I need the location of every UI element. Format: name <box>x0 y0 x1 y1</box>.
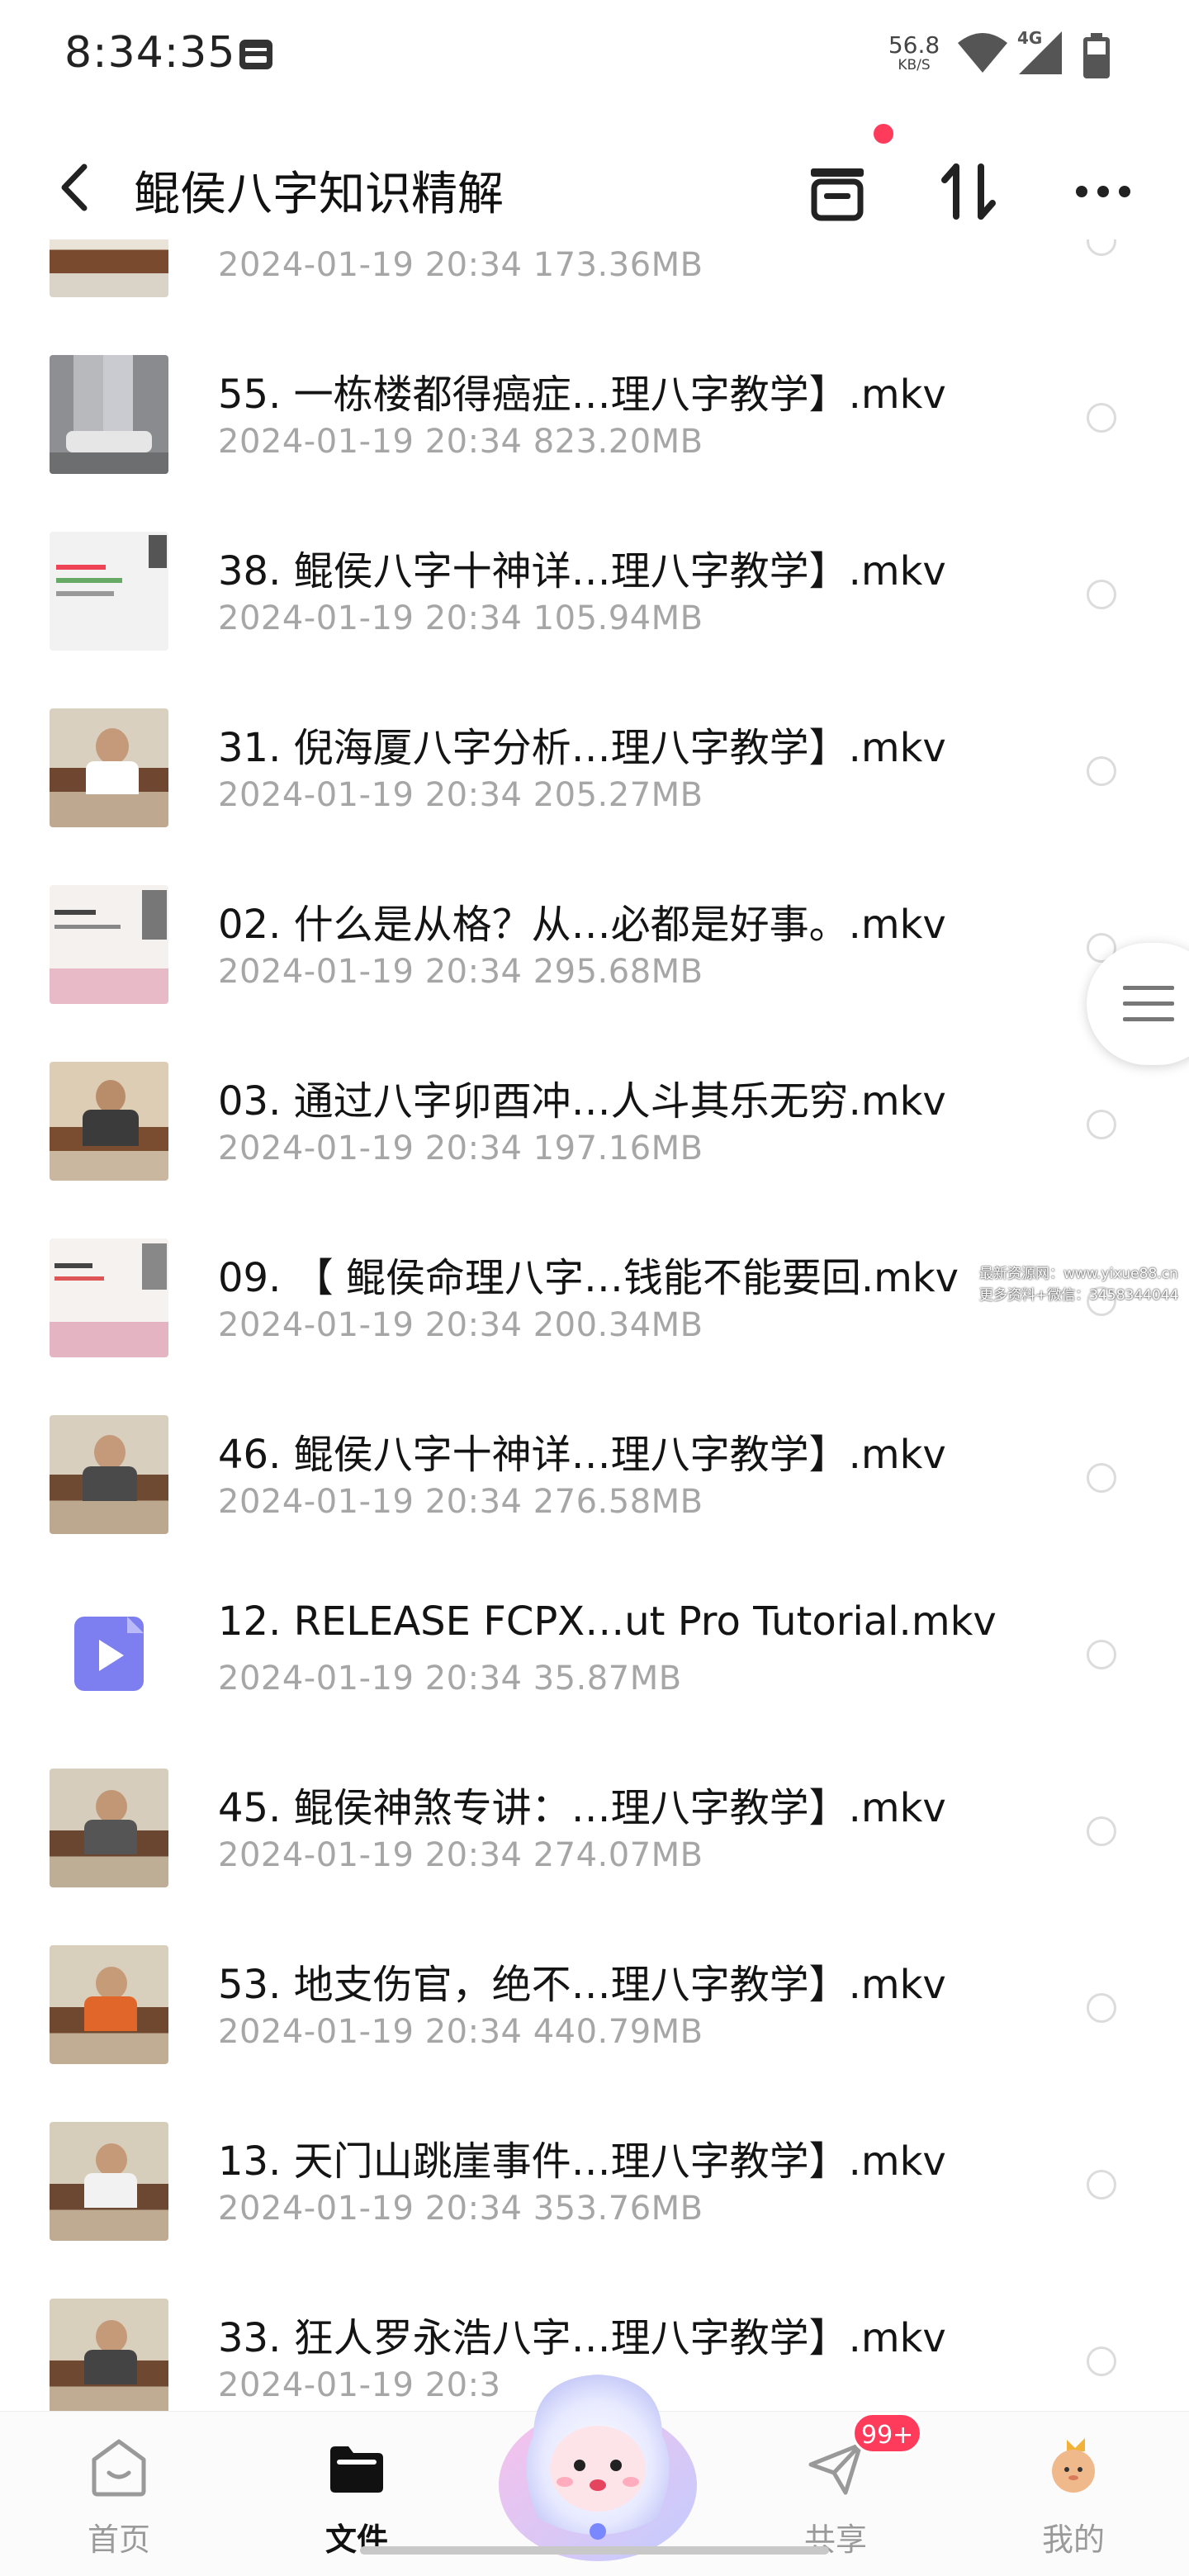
file-meta: 2024-01-19 20:34 197.16MB <box>218 1129 703 1167</box>
page-title: 鲲侯八字知识精解 <box>134 168 504 221</box>
home-icon <box>92 2439 146 2497</box>
home-indicator <box>360 2546 829 2555</box>
select-radio[interactable] <box>1087 1463 1116 1493</box>
nav-files[interactable]: 文件 <box>274 2428 439 2558</box>
select-radio[interactable] <box>1087 403 1116 433</box>
video-thumbnail <box>50 885 168 1004</box>
mascot-icon[interactable] <box>484 2345 712 2573</box>
file-item[interactable]: 53. 地支伤官，绝不…理八字教学】.mkv 2024-01-19 20:34 … <box>0 1912 1189 2089</box>
network-speed: 56.8 KB/S <box>888 31 940 73</box>
more-icon[interactable] <box>1065 154 1141 230</box>
select-radio[interactable] <box>1087 580 1116 609</box>
video-thumbnail <box>50 1945 168 2064</box>
share-badge: 99+ <box>852 2413 923 2454</box>
file-item[interactable]: 46. 鲲侯八字十神详…理八字教学】.mkv 2024-01-19 20:34 … <box>0 1382 1189 1559</box>
select-radio[interactable] <box>1087 1640 1116 1669</box>
screen: 8:34:35 56.8 KB/S 4G 鲲侯八字知识精解 2024-01-19… <box>0 0 1189 2576</box>
back-button[interactable] <box>51 159 101 216</box>
file-item[interactable]: 31. 倪海厦八字分析…理八字教学】.mkv 2024-01-19 20:34 … <box>0 675 1189 852</box>
video-thumbnail <box>50 708 168 827</box>
select-radio[interactable] <box>1087 756 1116 786</box>
file-meta: 2024-01-19 20:34 353.76MB <box>218 2190 703 2228</box>
file-item[interactable]: 02. 什么是从格？从…必都是好事。.mkv 2024-01-19 20:34 … <box>0 852 1189 1029</box>
notification-app-icon <box>239 40 272 69</box>
sort-icon[interactable] <box>931 154 1007 230</box>
select-radio[interactable] <box>1087 1816 1116 1846</box>
file-list: 2024-01-19 20:34 173.36MB 55. 一栋楼都得癌症…理八… <box>0 239 1189 2411</box>
file-meta: 2024-01-19 20:34 295.68MB <box>218 953 703 991</box>
video-thumbnail <box>50 2122 168 2241</box>
file-meta: 2024-01-19 20:34 205.27MB <box>218 776 703 814</box>
video-thumbnail <box>50 1062 168 1181</box>
file-meta: 2024-01-19 20:3 <box>218 2366 501 2404</box>
file-meta: 2024-01-19 20:34 173.36MB <box>218 246 703 284</box>
file-meta: 2024-01-19 20:34 823.20MB <box>218 423 703 461</box>
profile-avatar-icon <box>1052 2438 1095 2493</box>
video-thumbnail <box>50 239 168 297</box>
file-item[interactable]: 12. RELEASE FCPX…ut Pro Tutorial.mkv 202… <box>0 1559 1189 1735</box>
file-item[interactable]: 03. 通过八字卯酉冲…人斗其乐无穷.mkv 2024-01-19 20:34 … <box>0 1029 1189 1205</box>
select-radio[interactable] <box>1087 1993 1116 2023</box>
watermark: 最新资源网：www.yixue88.cn 更多资料+微信：3458344044 <box>979 1266 1179 1304</box>
select-radio[interactable] <box>1087 239 1116 256</box>
file-item[interactable]: 55. 一栋楼都得癌症…理八字教学】.mkv 2024-01-19 20:34 … <box>0 322 1189 499</box>
video-thumbnail <box>50 1769 168 1887</box>
nav-profile[interactable]: 我的 <box>991 2428 1156 2558</box>
file-meta: 2024-01-19 20:34 200.34MB <box>218 1306 703 1344</box>
nav-home[interactable]: 首页 <box>36 2428 201 2558</box>
video-thumbnail <box>50 532 168 651</box>
file-meta: 2024-01-19 20:34 105.94MB <box>218 599 703 637</box>
header: 鲲侯八字知识精解 <box>0 140 1189 239</box>
video-thumbnail <box>50 1238 168 1357</box>
select-radio[interactable] <box>1087 2346 1116 2376</box>
video-file-icon <box>74 1617 144 1691</box>
inbox-icon[interactable] <box>799 154 875 230</box>
cellular-signal-icon: 4G <box>1016 28 1065 78</box>
wifi-icon <box>958 33 1007 73</box>
file-item[interactable]: 38. 鲲侯八字十神详…理八字教学】.mkv 2024-01-19 20:34 … <box>0 499 1189 675</box>
file-meta: 2024-01-19 20:34 276.58MB <box>218 1483 703 1521</box>
notification-dot <box>874 124 893 144</box>
select-radio[interactable] <box>1087 2170 1116 2200</box>
file-meta: 2024-01-19 20:34 440.79MB <box>218 2013 703 2051</box>
file-meta: 2024-01-19 20:34 274.07MB <box>218 1836 703 1874</box>
video-thumbnail <box>50 1415 168 1534</box>
menu-icon <box>1123 986 1174 1021</box>
status-bar: 8:34:35 56.8 KB/S 4G <box>0 0 1189 107</box>
select-radio[interactable] <box>1087 1110 1116 1139</box>
folder-icon <box>330 2446 383 2493</box>
file-meta: 2024-01-19 20:34 35.87MB <box>218 1660 682 1698</box>
video-thumbnail <box>50 355 168 474</box>
video-thumbnail <box>50 2299 168 2411</box>
file-item[interactable]: 13. 天门山跳崖事件…理八字教学】.mkv 2024-01-19 20:34 … <box>0 2089 1189 2266</box>
status-time: 8:34:35 <box>64 28 236 78</box>
battery-icon <box>1083 33 1110 78</box>
file-item[interactable]: 45. 鲲侯神煞专讲：…理八字教学】.mkv 2024-01-19 20:34 … <box>0 1735 1189 1912</box>
file-item[interactable]: 2024-01-19 20:34 173.36MB <box>0 239 1189 322</box>
